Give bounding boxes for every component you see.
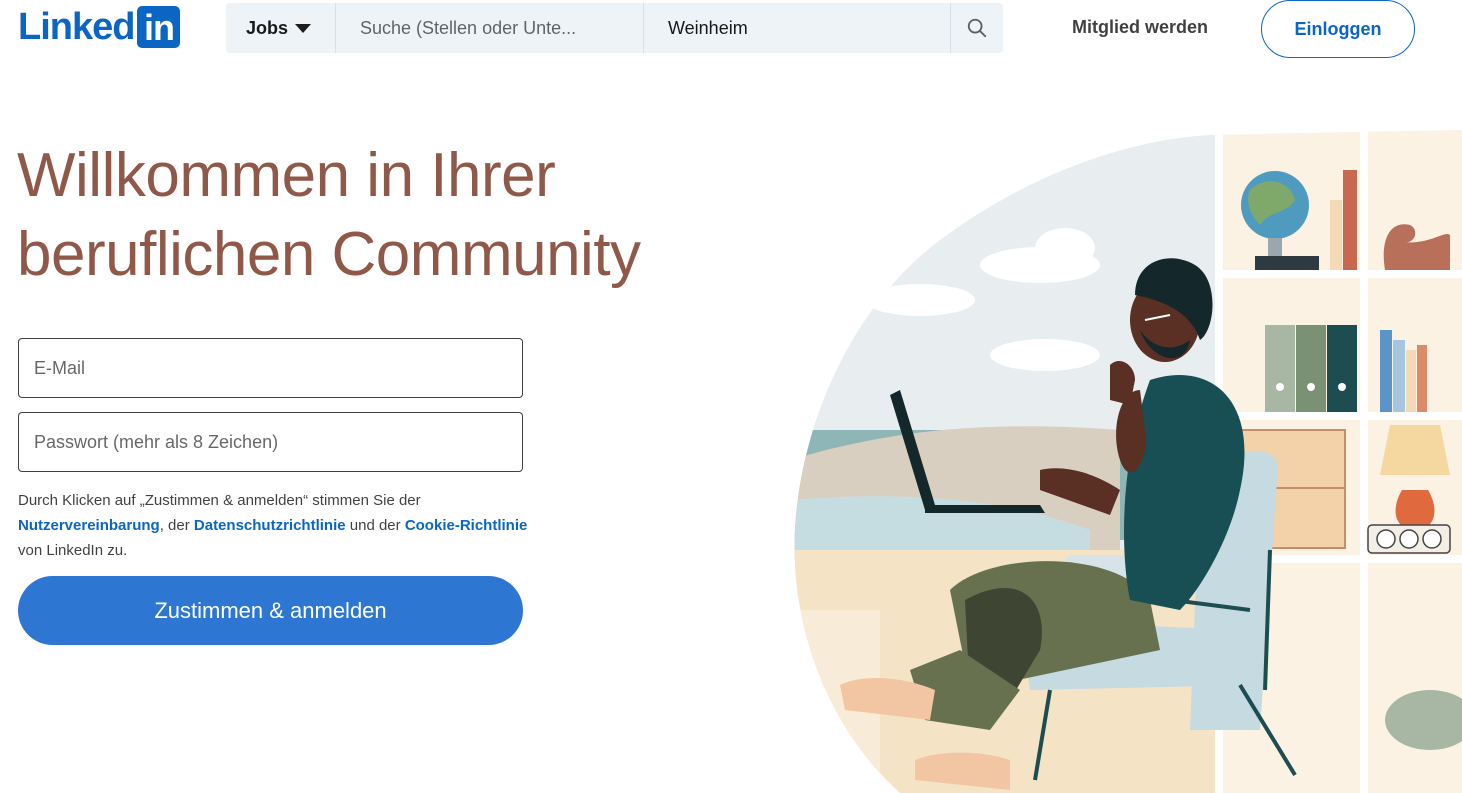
terms-mid-2: und der (345, 517, 405, 534)
location-input[interactable] (644, 3, 951, 53)
password-field[interactable] (18, 412, 523, 472)
terms-suffix: von LinkedIn zu. (18, 542, 128, 559)
hero-headline-line1: Willkommen in Ihrer (17, 141, 556, 210)
caret-down-icon (295, 23, 312, 33)
privacy-policy-link[interactable]: Datenschutzrichtlinie (194, 517, 346, 534)
search-icon (967, 18, 987, 38)
hero-headline-line2: beruflichen Community (17, 220, 641, 289)
logo-box-text: in (143, 7, 175, 48)
cookie-policy-link[interactable]: Cookie-Richtlinie (405, 517, 528, 534)
agree-and-join-button[interactable]: Zustimmen & anmelden (18, 576, 523, 645)
email-field[interactable] (18, 338, 523, 398)
hero-headline: Willkommen in Ihrer beruflichen Communit… (17, 136, 717, 294)
job-search-bar: Jobs (226, 3, 1003, 53)
terms-notice: Durch Klicken auf „Zustimmen & anmelden“… (18, 488, 538, 563)
terms-prefix: Durch Klicken auf „Zustimmen & anmelden“… (18, 492, 421, 509)
hero-illustration (794, 130, 1462, 793)
user-agreement-link[interactable]: Nutzervereinbarung (18, 517, 160, 534)
keyword-search-input[interactable] (336, 3, 644, 53)
search-type-dropdown[interactable]: Jobs (226, 3, 336, 53)
search-type-label: Jobs (246, 17, 289, 38)
search-button[interactable] (951, 3, 1003, 53)
join-now-link[interactable]: Mitglied werden (1072, 17, 1208, 38)
top-nav: Linked in Jobs Mitglied werden Einloggen (0, 0, 1462, 58)
sign-in-button[interactable]: Einloggen (1261, 0, 1415, 58)
logo-in-box: in (137, 6, 181, 48)
terms-mid-1: , der (159, 517, 194, 534)
linkedin-logo[interactable]: Linked in (18, 5, 181, 49)
logo-text: Linked (18, 6, 135, 48)
